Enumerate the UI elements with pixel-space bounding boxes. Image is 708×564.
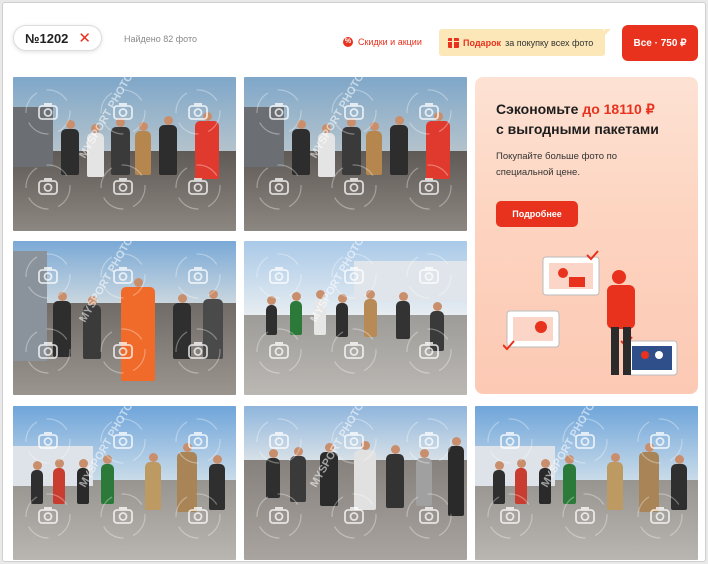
promo-title-end: с выгодными пакетами <box>496 121 659 137</box>
close-icon[interactable]: ✕ <box>78 31 91 46</box>
gift-banner-text: за покупку всех фото <box>505 37 594 48</box>
photo-5[interactable]: MYSPORT PHOTO <box>13 406 236 560</box>
bib-filter-label: №1202 <box>25 30 69 46</box>
photo-3[interactable]: MYSPORT PHOTO <box>13 241 236 395</box>
buy-all-button[interactable]: Все · 750 ₽ <box>622 25 698 61</box>
gift-banner-title: Подарок <box>463 37 502 48</box>
photo-2[interactable]: MYSPORT PHOTO <box>244 77 467 231</box>
promo-title-accent: до 18110 ₽ <box>582 101 655 117</box>
promo-text: Покупайте больше фото по специальной цен… <box>496 151 618 178</box>
promo-title: Сэкономьте до 18110 ₽ с выгодными пакета… <box>496 99 686 139</box>
photo-packages-illustration <box>503 250 678 376</box>
discounts-label: Скидки и акции <box>358 37 422 47</box>
discounts-link[interactable]: % Скидки и акции <box>343 37 422 47</box>
bib-filter-chip[interactable]: №1202 ✕ <box>13 25 102 51</box>
promo-card: Сэкономьте до 18110 ₽ с выгодными пакета… <box>475 77 698 394</box>
photo-4[interactable]: MYSPORT PHOTO <box>244 241 467 395</box>
photo-6[interactable]: MYSPORT PHOTO <box>244 406 467 560</box>
gallery-toolbar: №1202 ✕ Найдено 82 фото % Скидки и акции… <box>3 3 705 75</box>
gallery-panel: №1202 ✕ Найдено 82 фото % Скидки и акции… <box>2 2 706 562</box>
photo-7[interactable]: MYSPORT PHOTO <box>475 406 698 560</box>
promo-more-button[interactable]: Подробнее <box>496 201 578 227</box>
percent-icon: % <box>343 37 353 47</box>
found-count: Найдено 82 фото <box>124 34 198 44</box>
promo-title-start: Сэкономьте <box>496 101 583 117</box>
gift-banner[interactable]: Подарок за покупку всех фото <box>439 29 611 56</box>
photo-1[interactable]: MYSPORT PHOTO <box>13 77 236 231</box>
gift-icon <box>448 37 459 48</box>
